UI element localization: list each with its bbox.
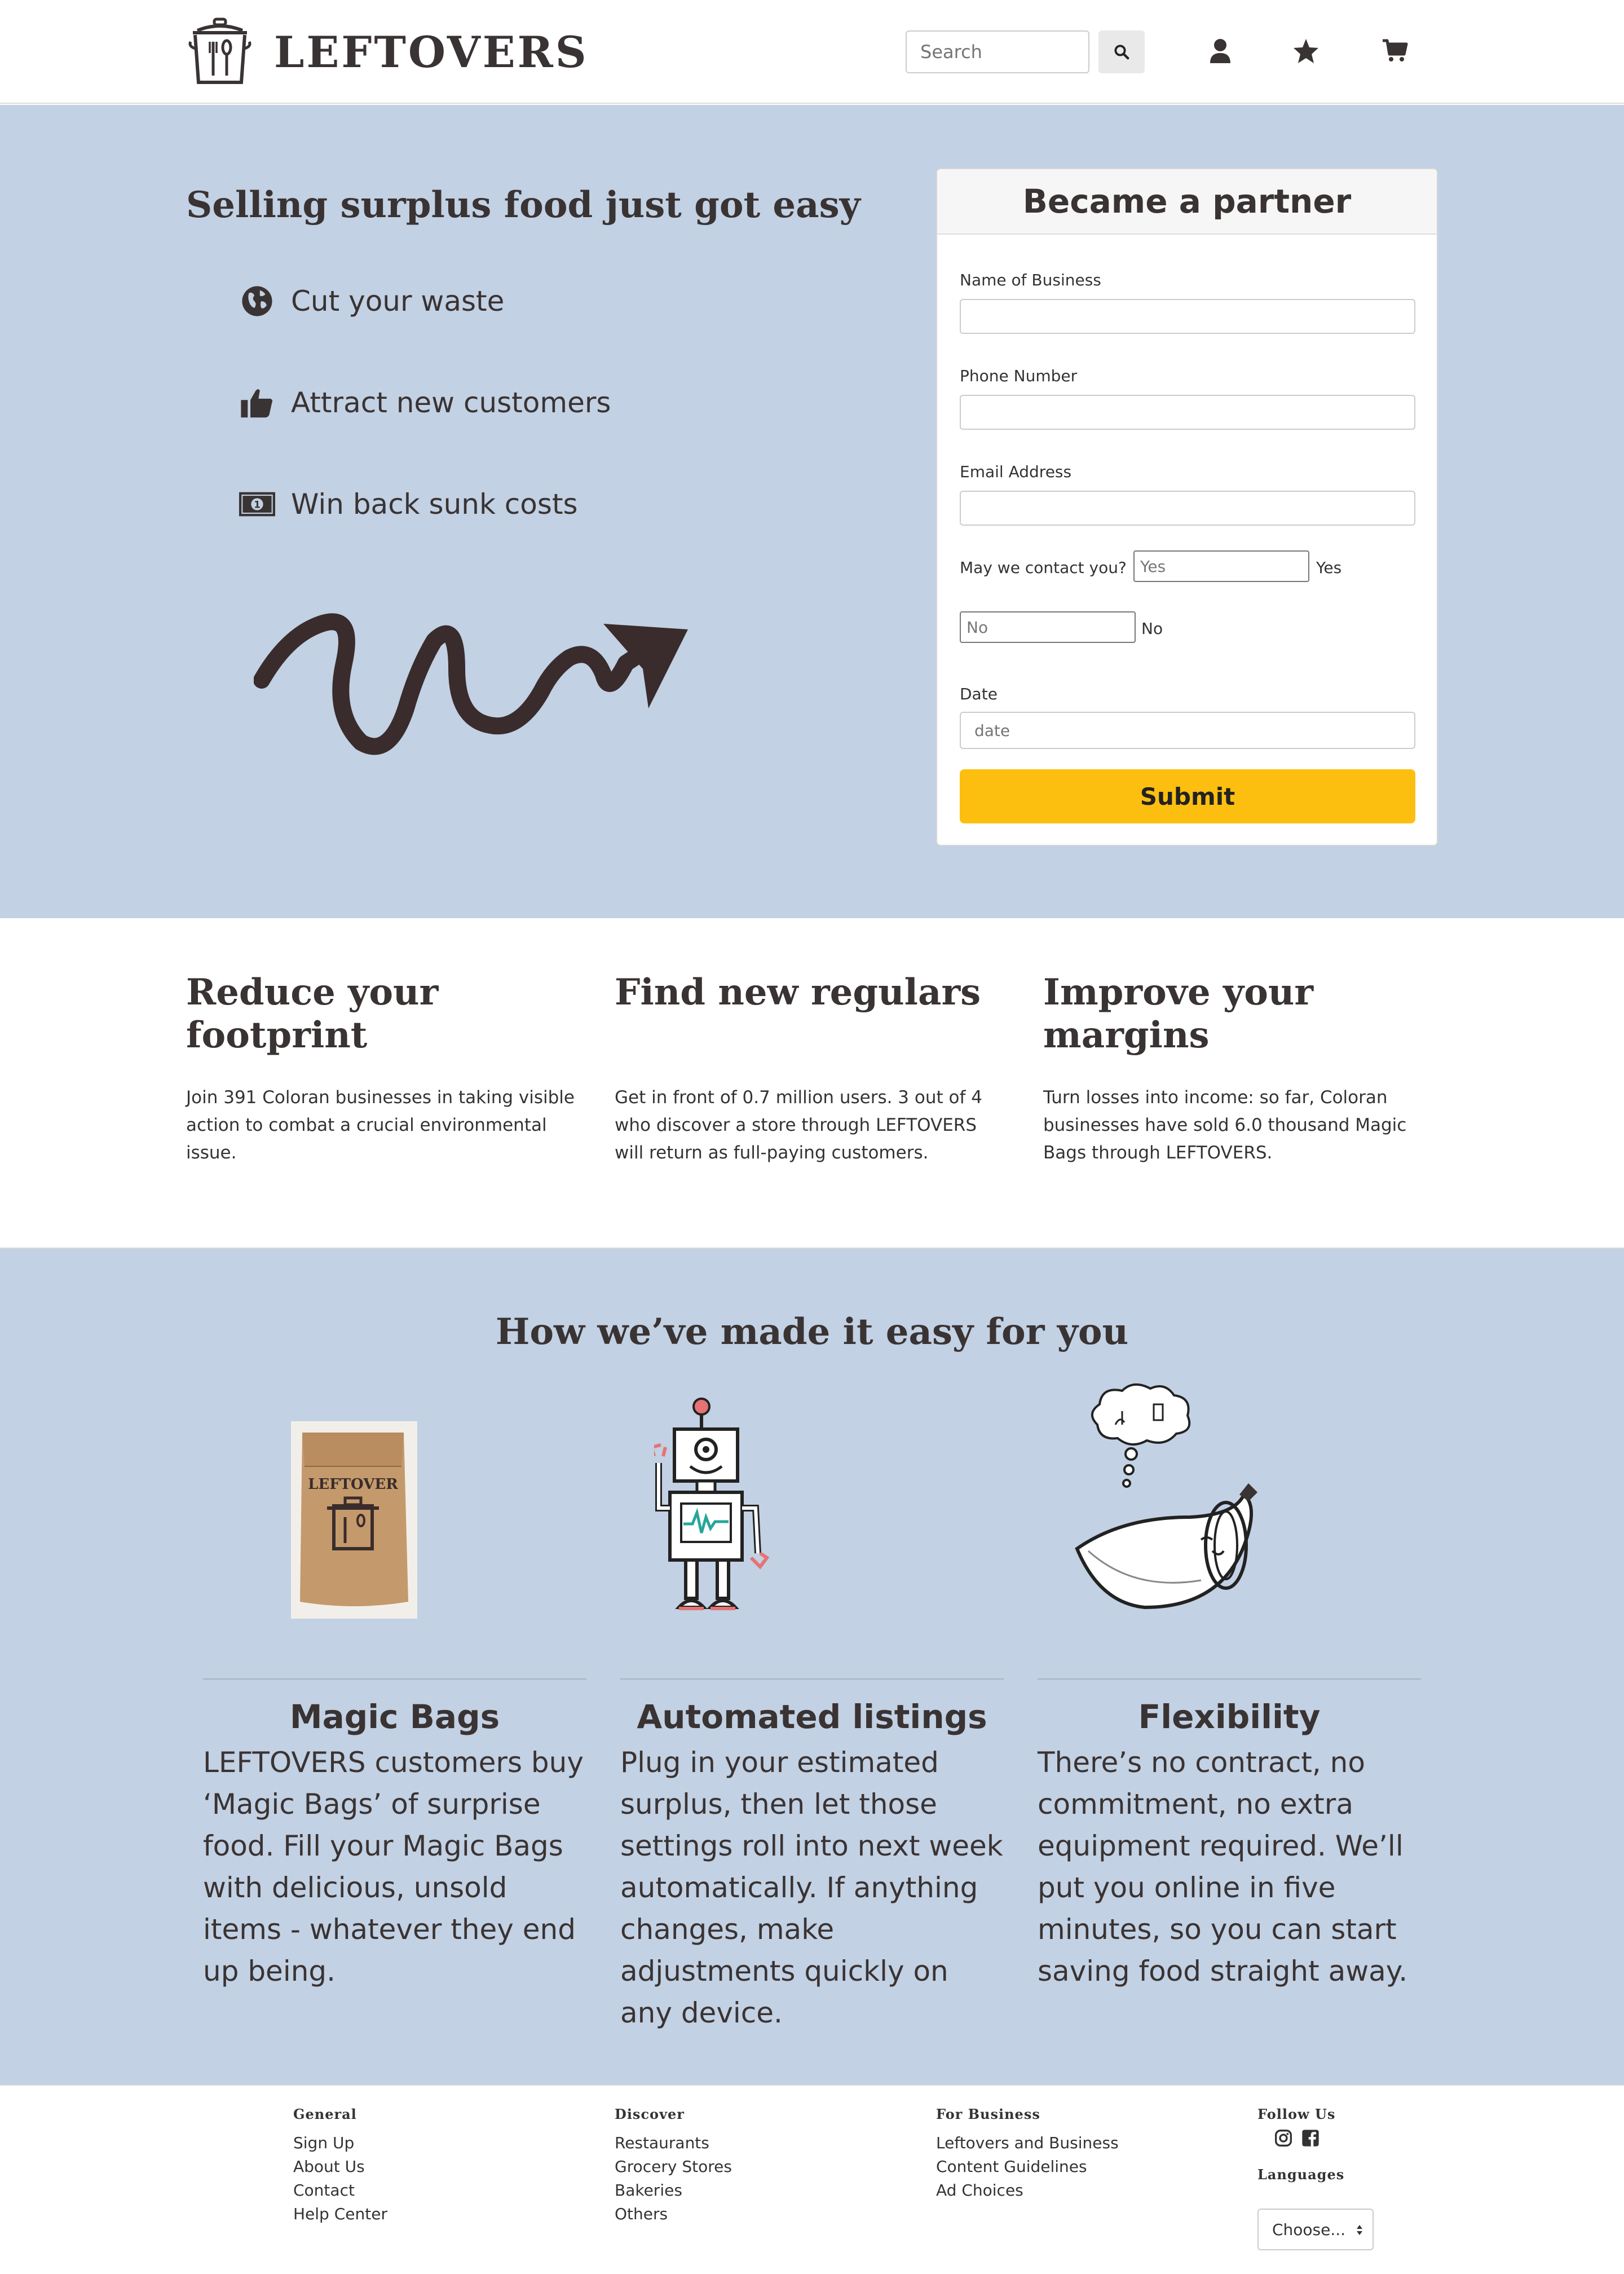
- contact-yes-field[interactable]: [1133, 550, 1309, 582]
- globe-icon: [239, 283, 275, 319]
- footer-link-ad-choices[interactable]: Ad Choices: [936, 2179, 1119, 2202]
- footer-link-grocery[interactable]: Grocery Stores: [615, 2155, 732, 2179]
- star-icon: [1294, 39, 1318, 63]
- how-col-title: Flexibility: [1138, 1698, 1321, 1736]
- footer-link-leftovers-business[interactable]: Leftovers and Business: [936, 2131, 1119, 2155]
- feature-title: Find new regulars: [615, 971, 981, 1013]
- how-col-title: Automated listings: [637, 1698, 987, 1736]
- svg-text:1: 1: [254, 499, 261, 510]
- footer-heading: For Business: [936, 2106, 1040, 2122]
- benefit-sunk-costs: 1 Win back sunk costs: [239, 486, 578, 522]
- footer-link-others[interactable]: Others: [615, 2202, 732, 2226]
- contact-label: May we contact you?: [960, 558, 1127, 577]
- how-col-text: Plug in your estimated surplus, then let…: [620, 1746, 1003, 2029]
- features-section: Reduce your footprint Join 391 Coloran b…: [0, 918, 1624, 1248]
- contact-no-field[interactable]: [960, 611, 1136, 643]
- email-label: Email Address: [960, 462, 1072, 481]
- footer-follow: Follow Us Languages: [1257, 2106, 1344, 2192]
- submit-button[interactable]: Submit: [960, 769, 1415, 823]
- thumbs-up-icon: [239, 385, 275, 421]
- how-col-automated: Automated listings Plug in your estimate…: [620, 1678, 1004, 2034]
- partner-form: Became a partner Name of Business Phone …: [936, 168, 1438, 846]
- feature-regulars: Find new regulars Get in front of 0.7 mi…: [615, 971, 1009, 1167]
- footer-business: For Business Leftovers and Business Cont…: [936, 2106, 1119, 2202]
- feature-title: Improve your margins: [1043, 971, 1314, 1056]
- footer-link-bakeries[interactable]: Bakeries: [615, 2179, 732, 2202]
- benefit-label: Win back sunk costs: [291, 488, 578, 521]
- footer-link-about[interactable]: About Us: [293, 2155, 387, 2179]
- language-select[interactable]: Choose...: [1257, 2209, 1374, 2250]
- how-col-text: There’s no contract, no commitment, no e…: [1038, 1746, 1408, 1987]
- benefit-label: Cut your waste: [291, 285, 505, 318]
- footer: General Sign Up About Us Contact Help Ce…: [0, 2084, 1624, 2274]
- feature-margins: Improve your margins Turn losses into in…: [1043, 971, 1438, 1167]
- hero-title: Selling surplus food just got easy: [186, 184, 860, 226]
- user-icon: [1210, 39, 1230, 63]
- footer-link-restaurants[interactable]: Restaurants: [615, 2131, 732, 2155]
- footer-heading: Discover: [615, 2106, 685, 2122]
- footer-link-contact[interactable]: Contact: [293, 2179, 387, 2202]
- facebook-icon[interactable]: [1301, 2129, 1320, 2147]
- footer-heading: General: [293, 2106, 357, 2122]
- instagram-icon[interactable]: [1274, 2129, 1292, 2147]
- date-field[interactable]: [960, 712, 1415, 749]
- brand-logo[interactable]: LEFTOVERS: [186, 17, 589, 87]
- cart-button[interactable]: [1378, 34, 1412, 68]
- form-title: Became a partner: [937, 169, 1437, 235]
- email-field[interactable]: [960, 491, 1415, 526]
- how-col-title: Magic Bags: [289, 1698, 500, 1736]
- select-arrows-icon: [1357, 2225, 1362, 2235]
- feature-text: Get in front of 0.7 million users. 3 out…: [615, 1087, 982, 1163]
- money-icon: 1: [239, 486, 275, 522]
- business-name-field[interactable]: [960, 299, 1415, 334]
- how-col-text: LEFTOVERS customers buy ‘Magic Bags’ of …: [203, 1746, 584, 1987]
- feature-text: Turn losses into income: so far, Coloran…: [1043, 1087, 1407, 1163]
- benefit-cut-waste: Cut your waste: [239, 283, 504, 319]
- benefit-new-customers: Attract new customers: [239, 385, 611, 421]
- how-col-magic-bags: Magic Bags LEFTOVERS customers buy ‘Magi…: [203, 1678, 586, 1992]
- account-button[interactable]: [1203, 34, 1237, 68]
- feature-title: Reduce your footprint: [186, 971, 439, 1056]
- banana-hammock-image: [1075, 1383, 1257, 1610]
- search-input[interactable]: [906, 30, 1089, 73]
- hero-section: Selling surplus food just got easy Cut y…: [0, 105, 1624, 918]
- how-section: How we’ve made it easy for you LEFTOVER: [0, 1248, 1624, 2084]
- cart-icon: [1383, 39, 1408, 61]
- footer-link-guidelines[interactable]: Content Guidelines: [936, 2155, 1119, 2179]
- footer-heading: Follow Us: [1257, 2106, 1336, 2122]
- language-select-value: Choose...: [1272, 2220, 1346, 2239]
- search-icon: [1114, 45, 1129, 60]
- how-col-flexibility: Flexibility There’s no contract, no comm…: [1038, 1678, 1421, 1992]
- contact-no-label: No: [1141, 619, 1163, 638]
- search-button[interactable]: [1098, 30, 1145, 73]
- favorites-button[interactable]: [1289, 34, 1323, 68]
- footer-discover: Discover Restaurants Grocery Stores Bake…: [615, 2106, 732, 2226]
- brand-name: LEFTOVERS: [274, 27, 589, 77]
- feature-footprint: Reduce your footprint Join 391 Coloran b…: [186, 971, 581, 1167]
- squiggle-arrow-icon: [254, 613, 688, 755]
- robot-image: [654, 1398, 770, 1610]
- business-name-label: Name of Business: [960, 271, 1101, 289]
- phone-label: Phone Number: [960, 367, 1078, 385]
- footer-general: General Sign Up About Us Contact Help Ce…: [293, 2106, 387, 2226]
- date-label: Date: [960, 685, 998, 703]
- contact-yes-label: Yes: [1316, 558, 1342, 577]
- footer-heading: Languages: [1257, 2166, 1345, 2183]
- footer-link-help[interactable]: Help Center: [293, 2202, 387, 2226]
- benefit-label: Attract new customers: [291, 386, 611, 419]
- bag-brand-text: LEFTOVER: [308, 1476, 398, 1493]
- phone-field[interactable]: [960, 395, 1415, 430]
- navbar: LEFTOVERS: [0, 0, 1624, 104]
- how-title: How we’ve made it easy for you: [495, 1311, 1129, 1353]
- feature-text: Join 391 Coloran businesses in taking vi…: [186, 1087, 575, 1163]
- footer-link-sign-up[interactable]: Sign Up: [293, 2131, 387, 2155]
- magic-bag-image: LEFTOVER: [291, 1421, 417, 1619]
- pot-logo-icon: [188, 17, 251, 84]
